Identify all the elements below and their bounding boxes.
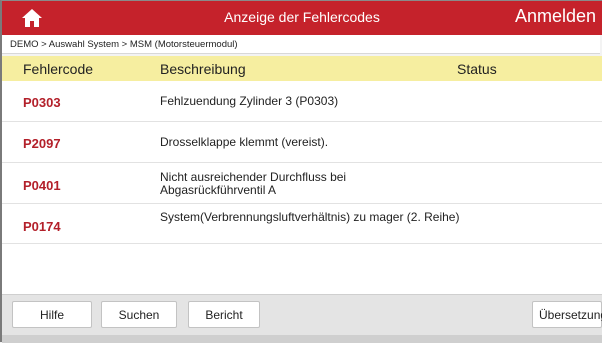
table-header: Fehlercode Beschreibung Status [2,56,602,81]
table-row[interactable]: P0401 Nicht ausreichender Durchfluss bei… [2,163,602,204]
table-row[interactable]: P2097 Drosselklappe klemmt (vereist). [2,122,602,163]
fault-code: P2097 [23,136,61,151]
breadcrumb: DEMO > Auswahl System > MSM (Motorsteuer… [2,35,600,54]
fault-description: Fehlzuendung Zylinder 3 (P0303) [160,94,339,108]
fault-description: Drosselklappe klemmt (vereist). [160,135,329,149]
fault-code: P0401 [23,178,61,193]
column-header-description: Beschreibung [160,61,246,77]
fault-code: P0303 [23,95,61,110]
fault-code: P0174 [23,219,61,234]
page-title: Anzeige der Fehlercodes [224,9,380,25]
fault-description: System(Verbrennungsluftverhältnis) zu ma… [160,210,460,224]
column-header-code: Fehlercode [23,61,94,77]
footer-toolbar: Hilfe Suchen Bericht Übersetzung [2,294,602,343]
app-header: Anzeige der Fehlercodes Anmelden [2,1,602,35]
fault-description: Nicht ausreichender Durchfluss bei Abgas… [160,170,347,197]
list-empty-area [2,244,602,294]
report-button[interactable]: Bericht [188,301,260,328]
translate-button[interactable]: Übersetzung [532,301,602,328]
help-button[interactable]: Hilfe [12,301,92,328]
table-row[interactable]: P0174 System(Verbrennungsluftverhältnis)… [2,204,602,244]
table-row[interactable]: P0303 Fehlzuendung Zylinder 3 (P0303) [2,81,602,122]
column-header-status: Status [457,61,497,77]
search-button[interactable]: Suchen [101,301,177,328]
login-button[interactable]: Anmelden [515,6,596,27]
